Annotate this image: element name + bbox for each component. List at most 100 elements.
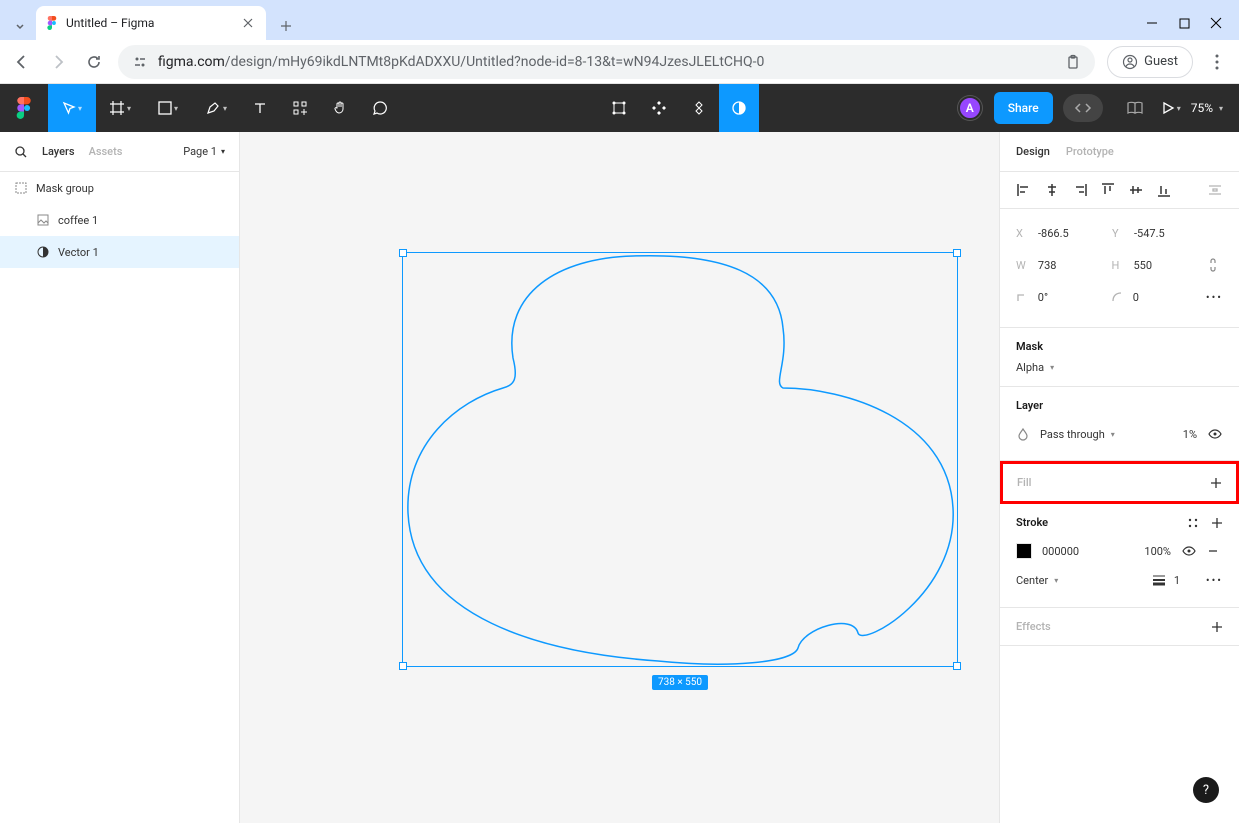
dimensions-badge: 738 × 550 bbox=[652, 675, 708, 690]
align-hcenter-icon[interactable] bbox=[1044, 182, 1060, 198]
prototype-tab[interactable]: Prototype bbox=[1066, 145, 1114, 158]
blend-mode-dropdown[interactable]: Pass through▾ bbox=[1040, 428, 1115, 441]
image-icon bbox=[36, 213, 50, 227]
create-component-button[interactable] bbox=[639, 84, 679, 132]
layer-section-header: Layer bbox=[1016, 399, 1223, 412]
add-fill-button[interactable] bbox=[1210, 477, 1222, 489]
tab-title: Untitled – Figma bbox=[66, 16, 232, 30]
stroke-section-header: Stroke bbox=[1016, 516, 1048, 529]
h-input[interactable]: 550 bbox=[1133, 259, 1203, 272]
stroke-opacity-input[interactable]: 100% bbox=[1144, 545, 1171, 558]
library-button[interactable] bbox=[1119, 84, 1151, 132]
radius-input[interactable]: 0 bbox=[1133, 291, 1202, 304]
shape-tool-button[interactable]: ▾ bbox=[144, 84, 192, 132]
resize-handle-tl[interactable] bbox=[399, 249, 407, 257]
rotation-input[interactable]: 0° bbox=[1038, 291, 1107, 304]
maximize-button[interactable] bbox=[1177, 16, 1191, 30]
minimize-button[interactable] bbox=[1145, 16, 1159, 30]
help-button[interactable]: ? bbox=[1193, 777, 1219, 803]
vector-shape bbox=[403, 253, 959, 668]
rotation-icon bbox=[1016, 291, 1034, 303]
share-button[interactable]: Share bbox=[994, 92, 1053, 124]
user-avatar[interactable]: A bbox=[958, 96, 982, 120]
browser-tab[interactable]: Untitled – Figma bbox=[36, 6, 266, 40]
frame-tool-button[interactable]: ▾ bbox=[96, 84, 144, 132]
url-text: figma.com/design/mHy69ikdLNTMt8pKdADXXU/… bbox=[158, 54, 764, 70]
tab-close-icon[interactable] bbox=[240, 15, 256, 31]
opacity-value[interactable]: 1% bbox=[1183, 428, 1197, 441]
align-left-icon[interactable] bbox=[1016, 182, 1032, 198]
browser-menu-button[interactable] bbox=[1205, 54, 1229, 70]
blend-mode-icon[interactable] bbox=[1016, 427, 1030, 441]
mask-type-dropdown[interactable]: Alpha▾ bbox=[1016, 361, 1223, 374]
stroke-hex-input[interactable]: 000000 bbox=[1042, 545, 1079, 558]
align-vcenter-icon[interactable] bbox=[1128, 182, 1144, 198]
x-input[interactable]: -866.5 bbox=[1038, 227, 1108, 240]
zoom-dropdown[interactable]: 75%▾ bbox=[1191, 101, 1223, 115]
url-bar[interactable]: figma.com/design/mHy69ikdLNTMt8pKdADXXU/… bbox=[118, 45, 1095, 79]
close-window-button[interactable] bbox=[1209, 16, 1223, 30]
site-settings-icon[interactable] bbox=[132, 54, 148, 70]
mask-group-icon bbox=[14, 181, 28, 195]
remove-stroke-button[interactable] bbox=[1207, 545, 1223, 557]
back-button[interactable] bbox=[10, 50, 34, 74]
figma-favicon bbox=[46, 16, 58, 30]
layer-mask-group[interactable]: Mask group bbox=[0, 172, 239, 204]
stroke-align-dropdown[interactable]: Center▾ bbox=[1016, 574, 1058, 587]
pen-tool-button[interactable]: ▾ bbox=[192, 84, 240, 132]
add-effect-button[interactable] bbox=[1211, 621, 1223, 633]
dev-mode-toggle[interactable] bbox=[1063, 94, 1103, 122]
layer-coffee-1[interactable]: coffee 1 bbox=[0, 204, 239, 236]
figma-menu-button[interactable] bbox=[0, 84, 48, 132]
stroke-color-swatch[interactable] bbox=[1016, 543, 1032, 559]
present-button[interactable]: ▾ bbox=[1151, 84, 1191, 132]
w-input[interactable]: 738 bbox=[1038, 259, 1108, 272]
move-tool-button[interactable]: ▾ bbox=[48, 84, 96, 132]
hand-tool-button[interactable] bbox=[320, 84, 360, 132]
search-icon[interactable] bbox=[14, 145, 28, 159]
stroke-width-icon bbox=[1152, 574, 1166, 586]
visibility-icon[interactable] bbox=[1207, 426, 1223, 442]
resources-button[interactable] bbox=[280, 84, 320, 132]
y-label: Y bbox=[1112, 227, 1130, 240]
tab-search-dropdown[interactable] bbox=[8, 12, 32, 40]
person-icon bbox=[1122, 54, 1138, 70]
distribute-icon[interactable] bbox=[1207, 182, 1223, 198]
x-label: X bbox=[1016, 227, 1034, 240]
align-bottom-icon[interactable] bbox=[1156, 182, 1172, 198]
reload-button[interactable] bbox=[82, 50, 106, 74]
fill-section-header: Fill bbox=[1017, 476, 1031, 489]
y-input[interactable]: -547.5 bbox=[1134, 227, 1204, 240]
constrain-proportions-icon[interactable] bbox=[1207, 257, 1223, 273]
mask-layer-icon bbox=[36, 245, 50, 259]
mask-button[interactable] bbox=[719, 84, 759, 132]
assets-tab[interactable]: Assets bbox=[89, 145, 123, 158]
resize-handle-tr[interactable] bbox=[953, 249, 961, 257]
selection-box[interactable]: 738 × 550 bbox=[402, 252, 958, 667]
edit-object-button[interactable] bbox=[599, 84, 639, 132]
clipboard-icon[interactable] bbox=[1065, 54, 1081, 70]
stroke-styles-button[interactable] bbox=[1187, 517, 1199, 529]
use-as-mask-button[interactable] bbox=[679, 84, 719, 132]
resize-handle-br[interactable] bbox=[953, 662, 961, 670]
mask-section-header: Mask bbox=[1016, 340, 1223, 353]
comment-tool-button[interactable] bbox=[360, 84, 400, 132]
layers-tab[interactable]: Layers bbox=[42, 145, 75, 158]
align-right-icon[interactable] bbox=[1072, 182, 1088, 198]
stroke-more-button[interactable]: ••• bbox=[1206, 574, 1223, 587]
new-tab-button[interactable] bbox=[272, 12, 300, 40]
align-top-icon[interactable] bbox=[1100, 182, 1116, 198]
layer-vector-1[interactable]: Vector 1 bbox=[0, 236, 239, 268]
radius-icon bbox=[1111, 291, 1129, 303]
design-tab[interactable]: Design bbox=[1016, 145, 1050, 158]
stroke-width-input[interactable]: 1 bbox=[1174, 574, 1198, 587]
resize-handle-bl[interactable] bbox=[399, 662, 407, 670]
more-options-button[interactable]: ••• bbox=[1206, 291, 1223, 304]
page-dropdown[interactable]: Page 1▾ bbox=[183, 145, 225, 158]
canvas[interactable]: 738 × 550 bbox=[240, 132, 999, 823]
text-tool-button[interactable] bbox=[240, 84, 280, 132]
profile-button[interactable]: Guest bbox=[1107, 46, 1193, 78]
add-stroke-button[interactable] bbox=[1211, 517, 1223, 529]
forward-button[interactable] bbox=[46, 50, 70, 74]
stroke-visibility-icon[interactable] bbox=[1181, 543, 1197, 559]
